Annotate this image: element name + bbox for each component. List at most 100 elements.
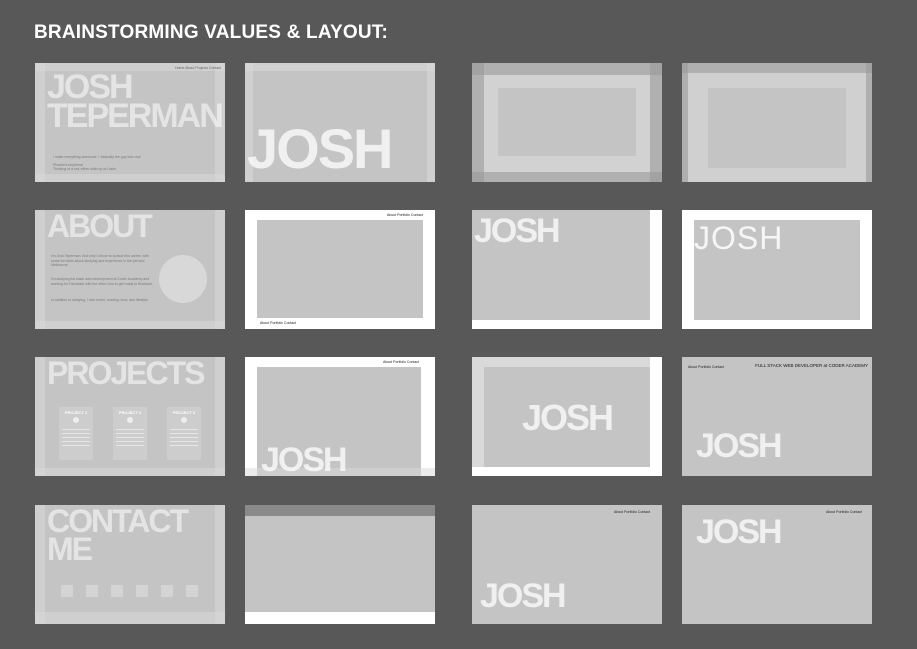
project-card-line [170,445,198,446]
about-paragraph: In addition to studying, I love travel, … [51,298,149,302]
contact-title: ME [47,531,93,567]
frame-border [35,210,45,329]
hero-name: JOSH [480,577,567,615]
frame-border [682,320,872,329]
frame-josh-centered: JOSH [472,357,662,476]
frame-border [35,63,45,182]
content-box [708,88,846,168]
footer-band [245,612,435,624]
frame-header-footer-bands [245,505,435,624]
tagline: FULL STACK WEB DEVELOPER at CODER ACADEM… [755,363,868,368]
frame-border [472,172,662,182]
frame-josh-tagline: About Portfolio Contact FULL STACK WEB D… [682,357,872,476]
frame-border [35,321,225,329]
frame-border [35,174,225,182]
about-paragraph: I'm studying full stack web development … [51,277,153,286]
frame-home-teperman: Home About Projects Contact JOSH TEPERMA… [35,63,225,182]
nav-links: About Portfolio Contact [387,213,423,217]
social-icon [61,585,73,597]
profile-photo [159,255,207,303]
project-card-line [62,445,90,446]
project-card: PROJECT 2 [113,407,147,460]
frame-border [472,63,484,182]
project-card-line [116,437,144,438]
frame-border [472,467,662,476]
frame-border [650,210,662,329]
project-card-image [73,417,79,423]
page-title: BRAINSTORMING VALUES & LAYOUT: [34,22,389,43]
frame-border [682,63,688,182]
social-icon [86,585,98,597]
frame-border [245,63,435,71]
project-card: PROJECT 3 [167,407,201,460]
hero-name: JOSH [474,212,561,250]
nav-links: About Portfolio Contact [688,365,724,369]
frame-border [682,210,872,220]
frame-border [472,63,662,75]
project-card-line [170,437,198,438]
frame-josh-bottom-nav: About Portfolio Contact JOSH [472,505,662,624]
frame-border [650,63,662,182]
intro-text: I make everything awesome + basically th… [53,155,141,159]
social-icon [161,585,173,597]
project-card: PROJECT 1 [59,407,93,460]
frame-border [35,357,45,476]
project-card-title: PROJECT 3 [172,410,196,415]
nav-links: About Portfolio Contact [260,321,296,325]
frame-border [682,63,872,73]
header-band [245,505,435,516]
frame-border [427,63,435,182]
frame-border [215,505,225,624]
project-card-line [62,429,90,430]
frame-contact: CONTACT ME [35,505,225,624]
frame-josh-top-nav: About Portfolio Contact JOSH [682,505,872,624]
frame-white-border-nav: About Portfolio Contact About Portfolio … [245,210,435,329]
frame-border [472,320,662,329]
social-icon [111,585,123,597]
frame-border [472,357,484,476]
hero-name: JOSH [696,513,783,551]
frame-border [472,357,662,367]
project-card-line [170,441,198,442]
frame-border [245,210,257,329]
frame-border [215,357,225,476]
frame-border [682,210,694,329]
frame-layout-inner-box [472,63,662,182]
hero-name: JOSH [247,117,393,180]
project-card-line [62,433,90,434]
nav-links: About Portfolio Contact [614,510,650,514]
project-card-image [181,417,187,423]
nav-links: About Portfolio Contact [826,510,862,514]
nav-links: Home About Projects Contact [175,66,221,70]
project-card-title: PROJECT 1 [64,410,88,415]
frame-border [245,357,257,476]
social-icon [186,585,198,597]
frame-border [650,357,662,476]
project-card-line [170,429,198,430]
project-card-line [62,441,90,442]
frame-border [421,357,435,476]
frame-border [860,210,872,329]
frame-josh-thin: JOSH [682,210,872,329]
project-card-line [116,441,144,442]
hero-name: JOSH [696,427,783,465]
hero-name: JOSH [694,220,784,256]
frame-border [35,612,225,624]
frame-border [35,505,45,624]
about-paragraph: I'm Josh Teperman. And why I chose to pu… [51,254,149,268]
frame-projects: PROJECTS PROJECT 1 PROJECT 2 PROJECT 3 [35,357,225,476]
hero-surname: TEPERMAN [47,97,224,135]
frame-border [423,210,435,329]
projects-title: PROJECTS [47,357,205,391]
hero-name: JOSH [522,397,614,438]
project-card-line [116,433,144,434]
frame-border [215,210,225,329]
frame-about: ABOUT I'm Josh Teperman. And why I chose… [35,210,225,329]
frame-josh-bottomleft-white: About Portfolio Contact JOSH [245,357,435,476]
project-card-line [116,445,144,446]
frame-border [866,63,872,182]
frame-layout-inner-box-2 [682,63,872,182]
nav-links: About Portfolio Contact [383,360,419,364]
intro-text: Thinking of a cat, either sittin up or t… [53,167,117,171]
hero-name: JOSH [261,441,348,476]
